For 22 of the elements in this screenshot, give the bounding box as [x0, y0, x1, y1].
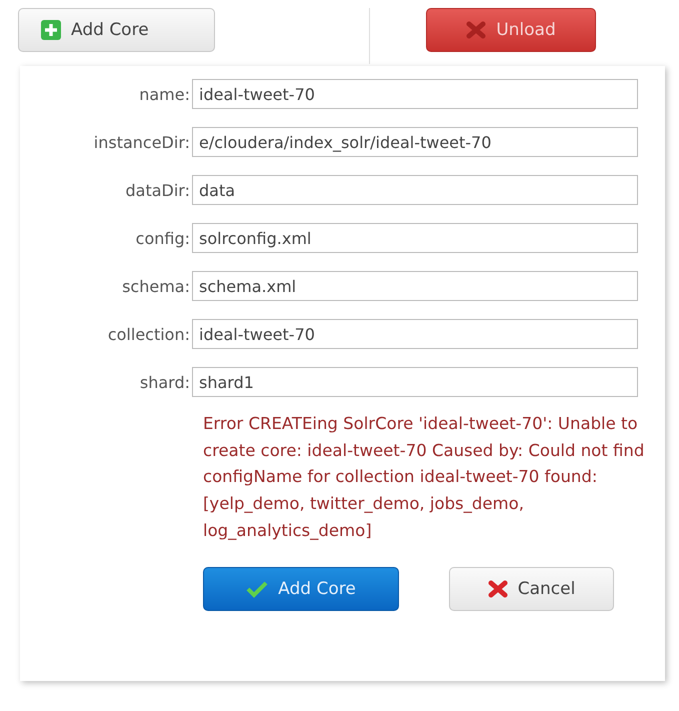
input-field[interactable]: schema.xml — [192, 271, 638, 301]
field-label: collection: — [106, 324, 190, 344]
field-label: instanceDir: — [92, 132, 190, 152]
plus-icon — [41, 20, 61, 40]
field-label: name: — [138, 84, 190, 104]
input-field[interactable]: solrconfig.xml — [192, 223, 638, 253]
input-field[interactable]: data — [192, 175, 638, 205]
input-field[interactable]: ideal-tweet-70 — [192, 319, 638, 349]
cancel-button[interactable]: Cancel — [449, 566, 614, 611]
add-core-button[interactable]: Add Core — [18, 8, 215, 52]
cross-icon — [466, 21, 486, 39]
add-core-button[interactable]: Add Core — [203, 566, 399, 611]
error-message: Error CREATEing SolrCore 'ideal-tweet-70': Unable to create core: ideal-tweet-70 Caused by: Could not find configName for collection ideal-tweet-70 found:[yelp_demo, twitter_demo, jobs_demo, log_analytics_demo] — [203, 413, 646, 542]
input-field[interactable]: e/cloudera/index_solr/ideal-tweet-70 — [192, 127, 638, 157]
check-icon — [246, 580, 268, 598]
field-label: dataDir: — [124, 180, 190, 200]
field-label: config: — [134, 228, 190, 248]
field-label: shard: — [138, 372, 190, 392]
input-field[interactable]: shard1 — [192, 367, 638, 397]
field-label: schema: — [121, 276, 190, 296]
cross-icon — [488, 580, 508, 598]
input-field[interactable]: ideal-tweet-70 — [192, 79, 638, 109]
